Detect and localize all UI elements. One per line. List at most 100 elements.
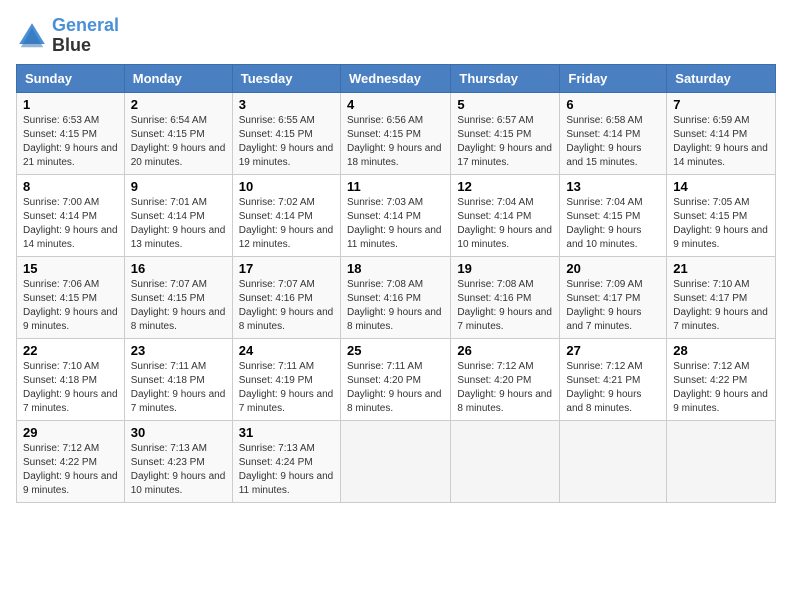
day-number: 21 [673, 261, 769, 276]
day-info: Sunrise: 7:12 AMSunset: 4:21 PMDaylight:… [566, 360, 660, 416]
logo: General Blue [16, 16, 119, 56]
day-cell: 13Sunrise: 7:04 AMSunset: 4:15 PMDayligh… [560, 174, 667, 256]
day-info: Sunrise: 6:58 AMSunset: 4:14 PMDaylight:… [566, 114, 660, 170]
day-info: Sunrise: 7:11 AMSunset: 4:19 PMDaylight:… [239, 360, 334, 416]
day-cell: 15 Sunrise: 7:06 AMSunset: 4:15 PMDayligh… [17, 256, 125, 338]
day-info: Sunrise: 7:00 AMSunset: 4:14 PMDaylight:… [23, 196, 118, 252]
day-cell [451, 420, 560, 502]
day-cell: 23 Sunrise: 7:11 AMSunset: 4:18 PMDayligh… [124, 338, 232, 420]
day-number: 20 [566, 261, 660, 276]
day-cell: 9Sunrise: 7:01 AMSunset: 4:14 PMDaylight… [124, 174, 232, 256]
day-number: 24 [239, 343, 334, 358]
header-tuesday: Tuesday [232, 64, 340, 92]
day-cell: 30Sunrise: 7:13 AMSunset: 4:23 PMDayligh… [124, 420, 232, 502]
day-number: 7 [673, 97, 769, 112]
day-number: 28 [673, 343, 769, 358]
day-number: 14 [673, 179, 769, 194]
day-number: 4 [347, 97, 444, 112]
day-number: 9 [131, 179, 226, 194]
day-number: 25 [347, 343, 444, 358]
day-number: 8 [23, 179, 118, 194]
day-info: Sunrise: 7:03 AMSunset: 4:14 PMDaylight:… [347, 196, 444, 252]
day-info: Sunrise: 7:07 AMSunset: 4:15 PMDaylight:… [131, 278, 226, 334]
logo-text: General Blue [52, 16, 119, 56]
day-info: Sunrise: 7:08 AMSunset: 4:16 PMDaylight:… [347, 278, 444, 334]
week-row-4: 22 Sunrise: 7:10 AMSunset: 4:18 PMDayligh… [17, 338, 776, 420]
day-number: 6 [566, 97, 660, 112]
day-info: Sunrise: 7:06 AMSunset: 4:15 PMDaylight:… [23, 278, 118, 334]
header-thursday: Thursday [451, 64, 560, 92]
day-cell [667, 420, 776, 502]
day-info: Sunrise: 7:11 AMSunset: 4:20 PMDaylight:… [347, 360, 444, 416]
day-info: Sunrise: 6:56 AMSunset: 4:15 PMDaylight:… [347, 114, 444, 170]
day-cell: 27 Sunrise: 7:12 AMSunset: 4:21 PMDayligh… [560, 338, 667, 420]
day-number: 27 [566, 343, 660, 358]
day-number: 3 [239, 97, 334, 112]
day-cell: 10 Sunrise: 7:02 AMSunset: 4:14 PMDayligh… [232, 174, 340, 256]
day-info: Sunrise: 6:53 AMSunset: 4:15 PMDaylight:… [23, 114, 118, 170]
day-number: 30 [131, 425, 226, 440]
day-cell: 22 Sunrise: 7:10 AMSunset: 4:18 PMDayligh… [17, 338, 125, 420]
day-info: Sunrise: 7:11 AMSunset: 4:18 PMDaylight:… [131, 360, 226, 416]
day-number: 29 [23, 425, 118, 440]
week-row-2: 8 Sunrise: 7:00 AMSunset: 4:14 PMDaylight… [17, 174, 776, 256]
day-cell: 29 Sunrise: 7:12 AMSunset: 4:22 PMDayligh… [17, 420, 125, 502]
day-cell: 20 Sunrise: 7:09 AMSunset: 4:17 PMDayligh… [560, 256, 667, 338]
day-info: Sunrise: 7:10 AMSunset: 4:17 PMDaylight:… [673, 278, 769, 334]
day-cell [560, 420, 667, 502]
header-friday: Friday [560, 64, 667, 92]
header: General Blue [16, 16, 776, 56]
day-number: 26 [457, 343, 553, 358]
day-cell: 24 Sunrise: 7:11 AMSunset: 4:19 PMDayligh… [232, 338, 340, 420]
header-wednesday: Wednesday [340, 64, 450, 92]
day-cell: 2Sunrise: 6:54 AMSunset: 4:15 PMDaylight… [124, 92, 232, 174]
day-number: 22 [23, 343, 118, 358]
day-info: Sunrise: 7:12 AMSunset: 4:22 PMDaylight:… [673, 360, 769, 416]
day-cell: 18 Sunrise: 7:08 AMSunset: 4:16 PMDayligh… [340, 256, 450, 338]
day-number: 31 [239, 425, 334, 440]
logo-icon [16, 20, 48, 52]
day-cell: 7 Sunrise: 6:59 AMSunset: 4:14 PMDaylight… [667, 92, 776, 174]
day-info: Sunrise: 6:57 AMSunset: 4:15 PMDaylight:… [457, 114, 553, 170]
header-saturday: Saturday [667, 64, 776, 92]
day-cell: 6 Sunrise: 6:58 AMSunset: 4:14 PMDaylight… [560, 92, 667, 174]
day-cell: 1 Sunrise: 6:53 AMSunset: 4:15 PMDaylight… [17, 92, 125, 174]
week-row-3: 15 Sunrise: 7:06 AMSunset: 4:15 PMDayligh… [17, 256, 776, 338]
day-info: Sunrise: 7:12 AMSunset: 4:20 PMDaylight:… [457, 360, 553, 416]
day-cell: 8 Sunrise: 7:00 AMSunset: 4:14 PMDaylight… [17, 174, 125, 256]
day-number: 17 [239, 261, 334, 276]
day-info: Sunrise: 7:02 AMSunset: 4:14 PMDaylight:… [239, 196, 334, 252]
day-number: 16 [131, 261, 226, 276]
day-cell: 11 Sunrise: 7:03 AMSunset: 4:14 PMDayligh… [340, 174, 450, 256]
day-number: 15 [23, 261, 118, 276]
day-cell: 3Sunrise: 6:55 AMSunset: 4:15 PMDaylight… [232, 92, 340, 174]
day-info: Sunrise: 7:08 AMSunset: 4:16 PMDaylight:… [457, 278, 553, 334]
day-number: 19 [457, 261, 553, 276]
day-info: Sunrise: 7:04 AMSunset: 4:15 PMDaylight:… [566, 196, 660, 252]
day-info: Sunrise: 7:05 AMSunset: 4:15 PMDaylight:… [673, 196, 769, 252]
day-cell: 12Sunrise: 7:04 AMSunset: 4:14 PMDayligh… [451, 174, 560, 256]
day-cell: 17Sunrise: 7:07 AMSunset: 4:16 PMDayligh… [232, 256, 340, 338]
day-number: 10 [239, 179, 334, 194]
day-number: 5 [457, 97, 553, 112]
day-cell [340, 420, 450, 502]
day-cell: 16 Sunrise: 7:07 AMSunset: 4:15 PMDayligh… [124, 256, 232, 338]
day-info: Sunrise: 7:10 AMSunset: 4:18 PMDaylight:… [23, 360, 118, 416]
week-row-5: 29 Sunrise: 7:12 AMSunset: 4:22 PMDayligh… [17, 420, 776, 502]
day-number: 1 [23, 97, 118, 112]
day-info: Sunrise: 7:09 AMSunset: 4:17 PMDaylight:… [566, 278, 660, 334]
day-cell: 5 Sunrise: 6:57 AMSunset: 4:15 PMDaylight… [451, 92, 560, 174]
day-cell: 31Sunrise: 7:13 AMSunset: 4:24 PMDayligh… [232, 420, 340, 502]
day-number: 11 [347, 179, 444, 194]
day-number: 2 [131, 97, 226, 112]
day-number: 18 [347, 261, 444, 276]
day-info: Sunrise: 7:12 AMSunset: 4:22 PMDaylight:… [23, 442, 118, 498]
day-cell: 25 Sunrise: 7:11 AMSunset: 4:20 PMDayligh… [340, 338, 450, 420]
header-sunday: Sunday [17, 64, 125, 92]
day-number: 23 [131, 343, 226, 358]
day-info: Sunrise: 6:59 AMSunset: 4:14 PMDaylight:… [673, 114, 769, 170]
day-cell: 28 Sunrise: 7:12 AMSunset: 4:22 PMDayligh… [667, 338, 776, 420]
header-monday: Monday [124, 64, 232, 92]
day-info: Sunrise: 7:04 AMSunset: 4:14 PMDaylight:… [457, 196, 553, 252]
calendar-table: SundayMondayTuesdayWednesdayThursdayFrid… [16, 64, 776, 503]
